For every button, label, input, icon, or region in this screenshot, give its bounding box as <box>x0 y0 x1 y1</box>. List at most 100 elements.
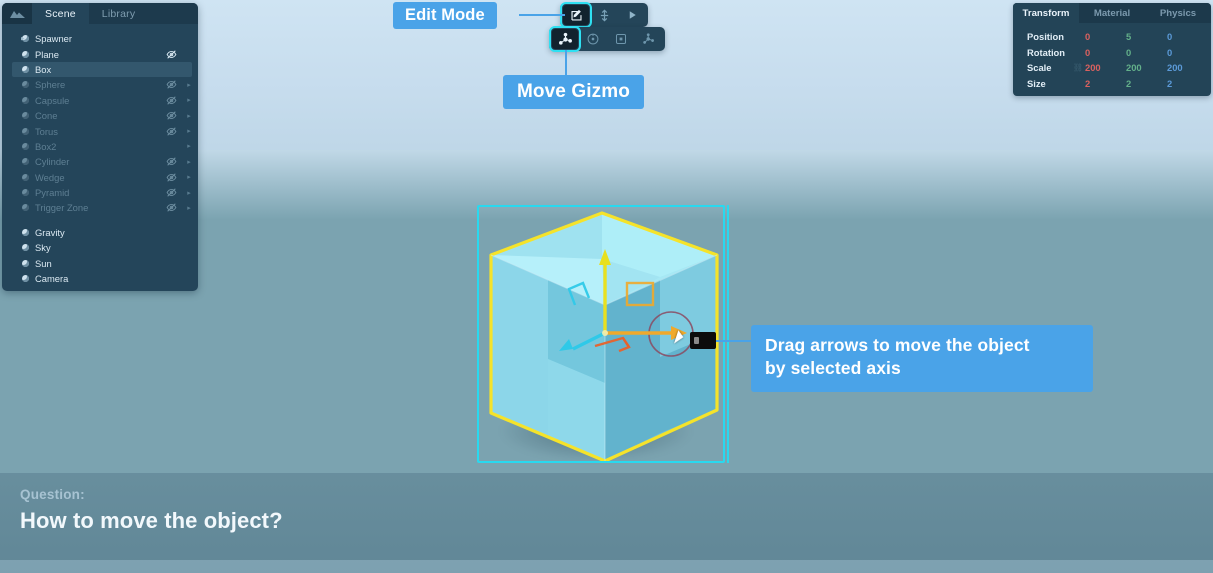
hierarchy-item-spawner[interactable]: ▸ Spawner <box>2 31 198 46</box>
visibility-dot-icon[interactable] <box>22 112 29 120</box>
rotate-gizmo-button[interactable] <box>580 29 606 49</box>
cursor-drag-chip <box>690 332 716 349</box>
transform-value-z[interactable]: 2 <box>1167 78 1208 89</box>
eye-off-icon[interactable] <box>166 156 177 167</box>
move-gizmo-button[interactable] <box>549 26 581 52</box>
hierarchy-global-label: Sun <box>35 257 52 269</box>
visibility-dot-icon[interactable] <box>22 81 29 89</box>
chevron-right-icon[interactable]: ▸ <box>186 204 192 212</box>
transform-gizmo-button[interactable] <box>636 29 662 49</box>
transform-value-y[interactable]: 5 <box>1126 31 1167 42</box>
hierarchy-global-gravity[interactable]: Gravity <box>2 225 198 240</box>
move-vertical-icon-button[interactable] <box>591 5 617 25</box>
eye-off-icon[interactable] <box>166 79 177 90</box>
transform-value-y[interactable]: 200 <box>1126 62 1167 73</box>
hierarchy-item-actions <box>160 62 186 77</box>
list-divider <box>2 216 198 225</box>
eye-off-icon[interactable] <box>166 110 177 121</box>
hierarchy-global-sky[interactable]: Sky <box>2 240 198 255</box>
visibility-dot-icon[interactable] <box>22 275 29 283</box>
hierarchy-item-sphere[interactable]: Sphere ▸ <box>2 77 198 92</box>
eye-off-icon[interactable] <box>166 95 177 106</box>
chevron-right-icon[interactable]: ▸ <box>186 158 192 166</box>
bottom-strip <box>0 560 1213 573</box>
hierarchy-item-torus[interactable]: Torus ▸ <box>2 123 198 138</box>
hierarchy-global-sun[interactable]: Sun <box>2 255 198 270</box>
chevron-right-icon[interactable]: ▸ <box>186 81 192 89</box>
eye-off-icon[interactable] <box>166 202 177 213</box>
edit-mode-callout-label: Edit Mode <box>405 6 485 24</box>
tab-scene[interactable]: Scene <box>32 3 89 24</box>
transform-value-z[interactable]: 0 <box>1167 47 1208 58</box>
transform-value-x[interactable]: 200 <box>1085 62 1126 73</box>
visibility-dot-icon[interactable] <box>22 244 29 252</box>
transform-value-x[interactable]: 2 <box>1085 78 1126 89</box>
hierarchy-item-label: Spawner <box>35 33 73 45</box>
hierarchy-global-camera[interactable]: Camera <box>2 271 198 286</box>
visibility-dot-icon[interactable] <box>22 142 29 150</box>
play-button[interactable] <box>619 5 645 25</box>
transform-value-y[interactable]: 0 <box>1126 47 1167 58</box>
eye-off-icon[interactable] <box>166 49 177 60</box>
scene-hierarchy-panel[interactable]: Scene Library ▸ Spawner Plane Box Sphere ▸ Cap… <box>2 3 198 291</box>
transform-row-position: Position 0 5 0 <box>1013 29 1211 45</box>
hierarchy-item-pyramid[interactable]: Pyramid ▸ <box>2 185 198 200</box>
chevron-right-icon[interactable]: ▸ <box>186 173 192 181</box>
eye-off-icon[interactable] <box>166 187 177 198</box>
tab-material[interactable]: Material <box>1079 3 1145 23</box>
hierarchy-item-box[interactable]: Box <box>12 61 192 78</box>
visibility-dot-icon[interactable] <box>22 204 29 212</box>
transform-row-scale: Scale ⛓ 200 200 200 <box>1013 60 1211 76</box>
visibility-dot-icon[interactable] <box>22 189 29 197</box>
transform-value-z[interactable]: 0 <box>1167 31 1208 42</box>
question-block: Question: How to move the object? <box>20 487 283 534</box>
lock-link-icon[interactable]: ⛓ <box>1071 63 1085 72</box>
visibility-dot-icon[interactable] <box>22 158 29 166</box>
move-gizmo-callout-label: Move Gizmo <box>517 81 630 102</box>
tab-material-label: Material <box>1093 7 1131 19</box>
hierarchy-item-actions <box>166 31 192 46</box>
transform-value-x[interactable]: 0 <box>1085 47 1126 58</box>
mode-toolbar[interactable] <box>560 2 648 28</box>
chevron-right-icon[interactable]: ▸ <box>186 189 192 197</box>
hierarchy-item-actions <box>166 46 192 61</box>
question-label: Question: <box>20 487 85 502</box>
visibility-dot-icon[interactable] <box>22 259 29 267</box>
hierarchy-item-box2[interactable]: Box2 ▸ <box>2 139 198 154</box>
visibility-dot-icon[interactable] <box>22 228 29 236</box>
hierarchy-item-cylinder[interactable]: Cylinder ▸ <box>2 154 198 169</box>
visibility-dot-icon[interactable] <box>22 96 29 104</box>
hierarchy-list[interactable]: ▸ Spawner Plane Box Sphere ▸ Capsule ▸ Cone ▸ Toru… <box>2 24 198 286</box>
transform-value-z[interactable]: 200 <box>1167 62 1208 73</box>
chevron-right-icon[interactable]: ▸ <box>186 112 192 120</box>
transform-row-rotation: Rotation 0 0 0 <box>1013 45 1211 61</box>
visibility-dot-icon[interactable] <box>22 127 29 135</box>
eye-off-icon[interactable] <box>166 126 177 137</box>
hierarchy-item-plane[interactable]: Plane <box>2 46 198 61</box>
chevron-right-icon[interactable]: ▸ <box>186 142 192 150</box>
edit-mode-button[interactable] <box>560 2 592 28</box>
gizmo-toolbar[interactable] <box>549 26 665 52</box>
tab-transform[interactable]: Transform <box>1013 3 1079 23</box>
hierarchy-item-wedge[interactable]: Wedge ▸ <box>2 170 198 185</box>
hierarchy-item-capsule[interactable]: Capsule ▸ <box>2 93 198 108</box>
scale-gizmo-button[interactable] <box>608 29 634 49</box>
inspector-panel[interactable]: Transform Material Physics Position 0 5 0 Ro… <box>1013 3 1211 96</box>
visibility-dot-icon[interactable] <box>22 173 29 181</box>
hierarchy-item-actions: ▸ <box>166 77 192 92</box>
transform-value-x[interactable]: 0 <box>1085 31 1126 42</box>
eye-off-icon[interactable] <box>166 172 177 183</box>
visibility-dot-icon[interactable] <box>22 50 29 58</box>
transform-value-y[interactable]: 2 <box>1126 78 1167 89</box>
visibility-dot-icon[interactable] <box>22 65 29 73</box>
chevron-right-icon[interactable]: ▸ <box>21 35 25 42</box>
hierarchy-item-trigger-zone[interactable]: Trigger Zone ▸ <box>2 200 198 215</box>
hierarchy-item-cone[interactable]: Cone ▸ <box>2 108 198 123</box>
transform-rows[interactable]: Position 0 5 0 Rotation 0 0 0 Scale ⛓ 200 200 200 Siz… <box>1013 23 1211 91</box>
hierarchy-item-label: Plane <box>35 48 59 60</box>
tab-physics[interactable]: Physics <box>1145 3 1211 23</box>
chevron-right-icon[interactable]: ▸ <box>186 96 192 104</box>
chevron-right-icon[interactable]: ▸ <box>186 127 192 135</box>
tab-library[interactable]: Library <box>89 3 149 24</box>
hierarchy-item-label: Torus <box>35 125 58 137</box>
